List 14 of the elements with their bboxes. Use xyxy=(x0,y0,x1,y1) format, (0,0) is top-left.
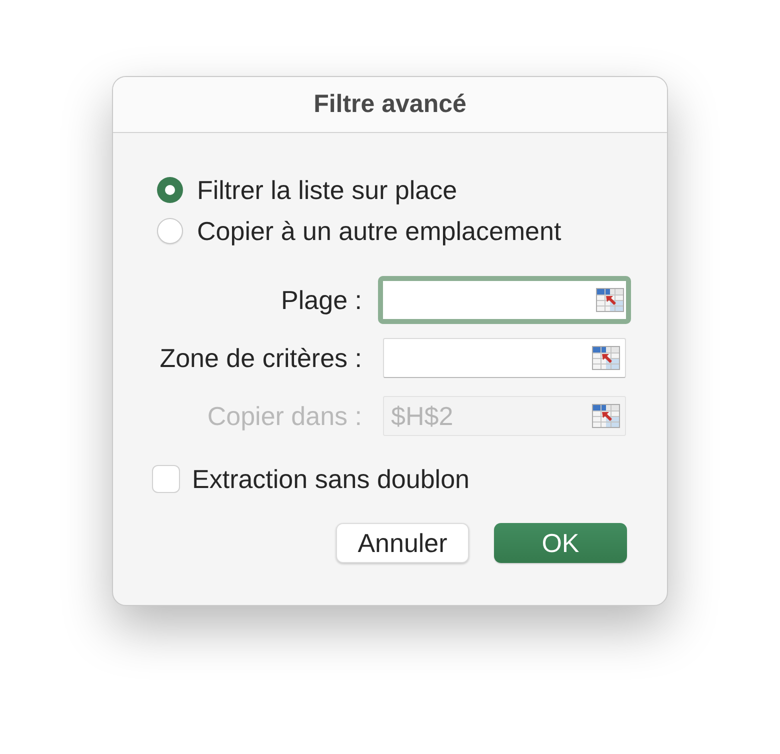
window-title: Filtre avancé xyxy=(314,92,466,117)
field-label: Plage : xyxy=(281,287,362,313)
checkbox[interactable] xyxy=(152,465,180,493)
input-field[interactable] xyxy=(378,276,631,324)
radio-button[interactable] xyxy=(157,177,183,203)
checkbox-label[interactable]: Extraction sans doublon xyxy=(192,466,470,492)
field-label: Zone de critères : xyxy=(160,345,362,371)
field-label: Copier dans : xyxy=(207,403,362,429)
ok-button[interactable]: OK xyxy=(494,523,627,563)
radio-label[interactable]: Filtrer la liste sur place xyxy=(197,177,458,203)
cancel-button[interactable]: Annuler xyxy=(336,523,469,563)
radio-button[interactable] xyxy=(157,218,183,244)
radio-label[interactable]: Copier à un autre emplacement xyxy=(197,218,562,244)
input-field[interactable] xyxy=(383,338,626,378)
